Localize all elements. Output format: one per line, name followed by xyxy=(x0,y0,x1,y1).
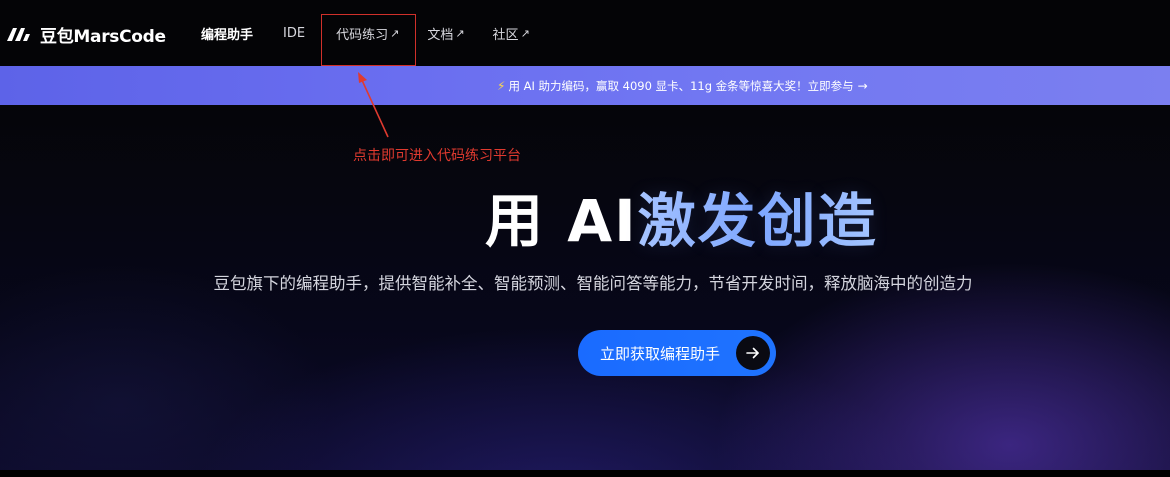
annotation-text: 点击即可进入代码练习平台 xyxy=(353,148,521,164)
promo-banner-text: 用 AI 助力编码，赢取 4090 显卡、11g 金条等惊喜大奖！立即参与 xyxy=(508,78,854,93)
nav-item-coding-assistant[interactable]: 编程助手 xyxy=(201,24,253,43)
lightning-icon: ⚡ xyxy=(497,78,506,93)
arrow-right-icon: → xyxy=(857,78,868,93)
nav-item-label: 社区 xyxy=(492,27,519,43)
annotation-highlight-box xyxy=(321,14,416,66)
nav-item-ide[interactable]: IDE xyxy=(283,26,305,41)
nav-item-label: 文档 xyxy=(427,27,454,43)
arrow-right-icon xyxy=(736,336,770,370)
annotation-arrow-icon xyxy=(358,72,389,138)
top-navbar: 豆包MarsCode 编程助手 IDE 代码练习 ↗ 文档 ↗ 社区 ↗ xyxy=(0,0,1170,66)
promo-banner-content: ⚡ 用 AI 助力编码，赢取 4090 显卡、11g 金条等惊喜大奖！立即参与 … xyxy=(497,66,868,105)
brand-name: 豆包MarsCode xyxy=(40,26,166,47)
page: 豆包MarsCode 编程助手 IDE 代码练习 ↗ 文档 ↗ 社区 ↗ ⚡ 用… xyxy=(0,0,1170,477)
nav-item-docs[interactable]: 文档 ↗ xyxy=(427,24,464,43)
get-coding-assistant-button[interactable]: 立即获取编程助手 xyxy=(578,330,776,376)
external-link-icon: ↗ xyxy=(520,26,530,40)
external-link-icon: ↗ xyxy=(455,26,465,40)
nav-item-label: IDE xyxy=(283,25,306,41)
headline-highlight-text: 激发创造 xyxy=(638,174,878,258)
headline-plain-text: 用 AI xyxy=(485,187,638,255)
marscode-logo-icon xyxy=(7,28,30,41)
cta-label: 立即获取编程助手 xyxy=(600,344,721,363)
hero-subtitle: 豆包旗下的编程助手，提供智能补全、智能预测、智能问答等能力，节省开发时间，释放脑… xyxy=(213,274,973,293)
brand-logo[interactable]: 豆包MarsCode xyxy=(6,22,166,47)
bottom-divider xyxy=(0,470,1170,477)
promo-banner[interactable]: ⚡ 用 AI 助力编码，赢取 4090 显卡、11g 金条等惊喜大奖！立即参与 … xyxy=(0,66,1170,105)
hero-headline: 用 AI 激发创造 xyxy=(485,178,878,255)
nav-item-label: 编程助手 xyxy=(201,27,254,43)
nav-item-community[interactable]: 社区 ↗ xyxy=(493,24,530,43)
